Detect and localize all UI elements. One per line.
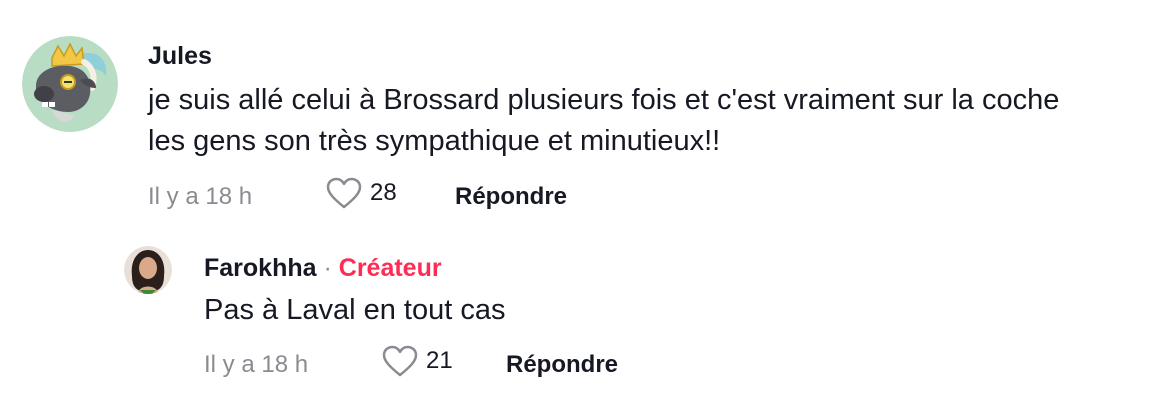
comment-timestamp: Il y a 18 h (148, 183, 253, 210)
like-count: 21 (426, 347, 453, 374)
avatar-jules[interactable] (22, 36, 118, 132)
creator-badge: Créateur (338, 254, 442, 282)
comment-text: je suis allé celui à Brossard plusieurs … (148, 84, 1060, 157)
separator: · (323, 254, 332, 282)
author-name[interactable]: Farokhha (204, 254, 317, 282)
comment-author[interactable]: Jules (148, 42, 212, 71)
reply-button[interactable]: Répondre (506, 351, 618, 379)
heart-outline-icon (326, 177, 362, 209)
comment-text: Pas à Laval en tout cas (204, 294, 506, 326)
like-count: 28 (370, 179, 397, 206)
goat-avatar-icon (22, 36, 118, 132)
like-button[interactable]: 28 (326, 177, 397, 209)
user-photo-icon (124, 246, 172, 294)
comment-author[interactable]: Farokhha · Créateur (204, 254, 442, 283)
comment-timestamp: Il y a 18 h (204, 351, 309, 378)
reply-button[interactable]: Répondre (455, 183, 567, 211)
avatar-farokhha[interactable] (124, 246, 172, 294)
like-button[interactable]: 21 (382, 345, 453, 377)
heart-outline-icon (382, 345, 418, 377)
